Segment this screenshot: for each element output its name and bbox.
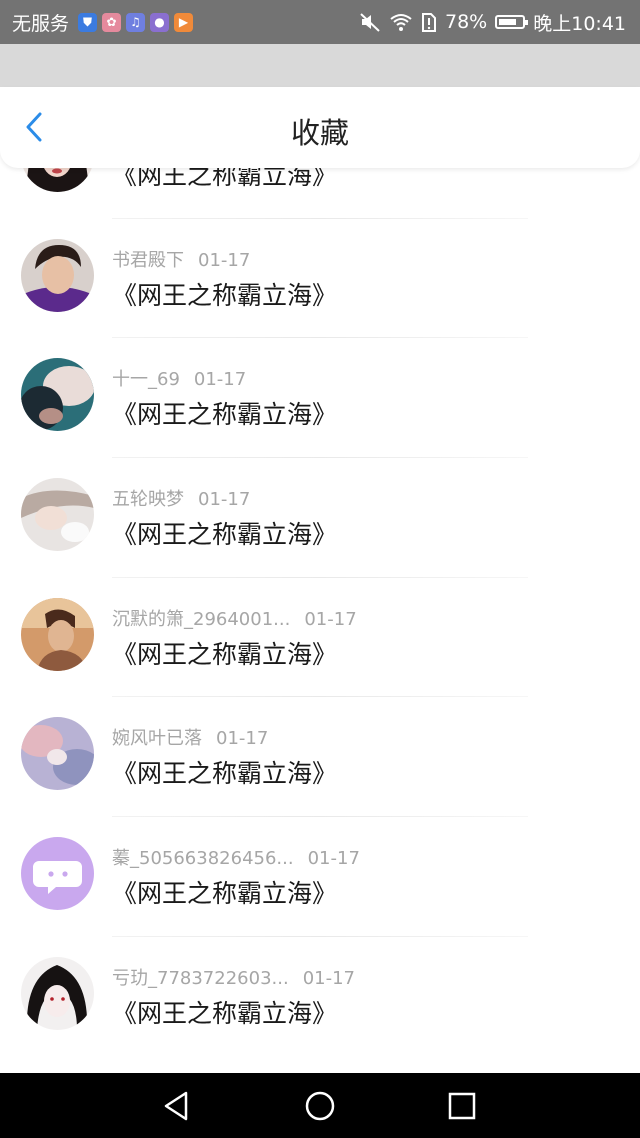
user-avatar[interactable] — [21, 358, 94, 432]
wifi-icon — [390, 14, 412, 31]
user-avatar[interactable] — [21, 717, 94, 791]
book-title[interactable]: 《网王之称霸立海》 — [112, 276, 337, 312]
item-meta: 书君殿下 01-17 — [112, 246, 250, 272]
item-meta: 沉默的箫_2964001... 01-17 — [112, 605, 357, 631]
username[interactable]: 五轮映梦 — [112, 489, 184, 510]
system-nav-bar — [0, 1073, 640, 1138]
book-title[interactable]: 《网王之称霸立海》 — [112, 754, 337, 790]
username[interactable]: 蓁_505663826456... — [112, 848, 294, 869]
carrier-text: 无服务 — [12, 12, 70, 35]
page-title: 收藏 — [290, 116, 349, 150]
item-meta: 亏玏_7783722603... 01-17 — [112, 964, 355, 990]
user-avatar[interactable] — [21, 956, 94, 1030]
book-title[interactable]: 《网王之称霸立海》 — [112, 515, 337, 551]
mute-icon — [360, 13, 380, 32]
item-date: 01-17 — [198, 489, 251, 511]
battery-icon — [495, 15, 529, 29]
top-grey-band — [0, 44, 640, 87]
book-title[interactable]: 《网王之称霸立海》 — [112, 994, 337, 1030]
item-meta: 十一_69 01-17 — [112, 365, 246, 391]
status-right: 78% 晚上10:41 — [359, 0, 626, 44]
list-item[interactable]: 十一_69 01-17 《网王之称霸立海》 — [0, 338, 640, 459]
user-avatar[interactable] — [21, 478, 94, 552]
music-app-icon: ♫ — [126, 12, 146, 32]
username[interactable]: 沉默的箫_2964001... — [112, 609, 290, 630]
video-app-icon: ▶ — [174, 12, 194, 32]
list-item[interactable]: 沉默的箫_2964001... 01-17 《网王之称霸立海》 — [0, 578, 640, 698]
item-date: 01-17 — [193, 369, 247, 391]
item-date: 01-17 — [302, 967, 355, 989]
sim-alert-icon — [422, 13, 436, 32]
recents-square-icon[interactable] — [445, 1089, 479, 1123]
list-item[interactable]: 亏玏_7783722603... 01-17 《网王之称霸立海》 — [0, 937, 640, 1057]
item-meta: 五轮映梦 01-17 — [112, 485, 250, 511]
favorites-list: 《网王之称霸立海》 书君殿下 01-17 《网王之称霸立海》 十一_69 01-17 — [0, 119, 640, 1057]
shield-app-icon: ⛊ — [78, 12, 98, 32]
battery-percent: 78% — [445, 11, 488, 33]
back-triangle-icon[interactable] — [160, 1089, 194, 1123]
list-item[interactable]: 蓁_505663826456... 01-17 《网王之称霸立海》 — [0, 817, 640, 937]
clock-time: 晚上10:41 — [533, 12, 626, 35]
username[interactable]: 十一_69 — [112, 369, 180, 390]
status-left: 无服务 ⛊ ✿ ♫ ● ▶ — [12, 0, 194, 44]
user-avatar[interactable] — [21, 837, 94, 911]
chat-bubble-icon — [21, 837, 94, 911]
item-date: 01-17 — [304, 608, 357, 630]
browser-app-icon: ● — [150, 12, 170, 32]
list-item[interactable]: 书君殿下 01-17 《网王之称霸立海》 — [0, 219, 640, 339]
item-date: 01-17 — [198, 249, 251, 271]
photos-app-icon: ✿ — [102, 12, 122, 32]
item-meta: 婉风叶已落 01-17 — [112, 724, 268, 750]
item-date: 01-17 — [216, 728, 269, 750]
home-circle-icon[interactable] — [303, 1089, 337, 1123]
user-avatar[interactable] — [21, 238, 94, 312]
book-title[interactable]: 《网王之称霸立海》 — [112, 395, 337, 431]
user-avatar[interactable] — [21, 597, 94, 671]
book-title[interactable]: 《网王之称霸立海》 — [112, 874, 337, 910]
list-item[interactable]: 五轮映梦 01-17 《网王之称霸立海》 — [0, 458, 640, 578]
username[interactable]: 婉风叶已落 — [112, 728, 202, 749]
battery-level-fill — [499, 19, 517, 25]
username[interactable]: 书君殿下 — [112, 250, 184, 271]
username[interactable]: 亏玏_7783722603... — [112, 968, 289, 989]
page-header: 收藏 — [0, 87, 640, 168]
book-title[interactable]: 《网王之称霸立海》 — [112, 635, 337, 671]
status-bar: 无服务 ⛊ ✿ ♫ ● ▶ 78% 晚上10:41 — [0, 0, 640, 44]
item-date: 01-17 — [307, 848, 360, 870]
item-meta: 蓁_505663826456... 01-17 — [112, 844, 360, 870]
list-item[interactable]: 婉风叶已落 01-17 《网王之称霸立海》 — [0, 697, 640, 818]
